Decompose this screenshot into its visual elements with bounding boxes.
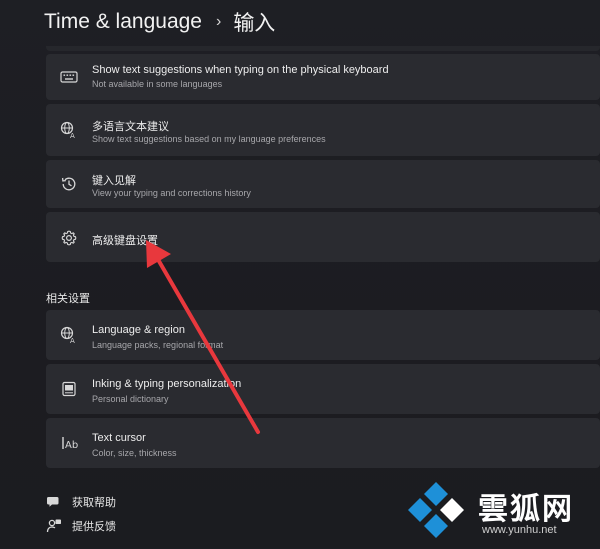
give-feedback-link[interactable]: 提供反馈 (46, 518, 116, 534)
get-help-label: 获取帮助 (72, 497, 116, 509)
site-watermark: 雲狐网 www.yunhu.net (406, 478, 600, 546)
related-text-cursor[interactable]: Ab Text cursor Color, size, thickness (46, 418, 600, 468)
setting-title: Language & region (92, 324, 185, 336)
gear-icon (60, 229, 78, 247)
setting-subtitle: View your typing and corrections history (92, 188, 251, 198)
setting-title: 键入见解 (92, 175, 136, 187)
help-icon (46, 494, 62, 510)
dictionary-icon (60, 380, 78, 398)
related-inking-typing[interactable]: Inking & typing personalization Personal… (46, 364, 600, 414)
feedback-icon (46, 518, 62, 534)
setting-subtitle: Language packs, regional format (92, 340, 224, 350)
setting-subtitle: Show text suggestions based on my langua… (92, 134, 326, 144)
keyboard-icon (60, 68, 78, 86)
related-language-region[interactable]: A Language & region Language packs, regi… (46, 310, 600, 360)
text-cursor-icon: Ab (60, 434, 78, 452)
breadcrumb: Time & language › 输入 (44, 6, 275, 38)
setting-title: 多语言文本建议 (92, 121, 169, 133)
setting-title: Text cursor (92, 432, 146, 444)
page-title: 输入 (233, 12, 276, 35)
language-icon: A (60, 121, 78, 139)
setting-title: Show text suggestions when typing on the… (92, 64, 389, 76)
setting-title: Inking & typing personalization (92, 378, 242, 390)
svg-text:A: A (70, 337, 75, 344)
history-icon (60, 175, 78, 193)
setting-subtitle: Not available in some languages (92, 79, 223, 89)
setting-typing-insights[interactable]: 键入见解 View your typing and corrections hi… (46, 160, 600, 208)
give-feedback-label: 提供反馈 (72, 521, 116, 533)
language-icon: A (60, 326, 78, 344)
setting-subtitle: Personal dictionary (92, 394, 169, 404)
related-settings-heading: 相关设置 (46, 293, 90, 305)
setting-physical-keyboard-suggestions[interactable]: Show text suggestions when typing on the… (46, 54, 600, 100)
get-help-link[interactable]: 获取帮助 (46, 494, 116, 510)
watermark-brand: 雲狐网 (478, 492, 574, 527)
watermark-logo-icon (408, 482, 464, 538)
svg-text:A: A (70, 132, 75, 139)
breadcrumb-section[interactable]: Time & language (44, 10, 202, 34)
setting-subtitle: Color, size, thickness (92, 448, 177, 458)
watermark-url: www.yunhu.net (482, 524, 557, 536)
setting-advanced-keyboard[interactable]: 高级键盘设置 (46, 212, 600, 262)
chevron-right-icon: › (215, 13, 222, 30)
settings-page: Time & language › 输入 Show text suggestio… (0, 0, 600, 548)
scrolled-card-edge (46, 46, 600, 51)
setting-title: 高级键盘设置 (92, 235, 158, 247)
svg-text:Ab: Ab (65, 440, 78, 451)
setting-multilingual-suggestions[interactable]: A 多语言文本建议 Show text suggestions based on… (46, 104, 600, 156)
